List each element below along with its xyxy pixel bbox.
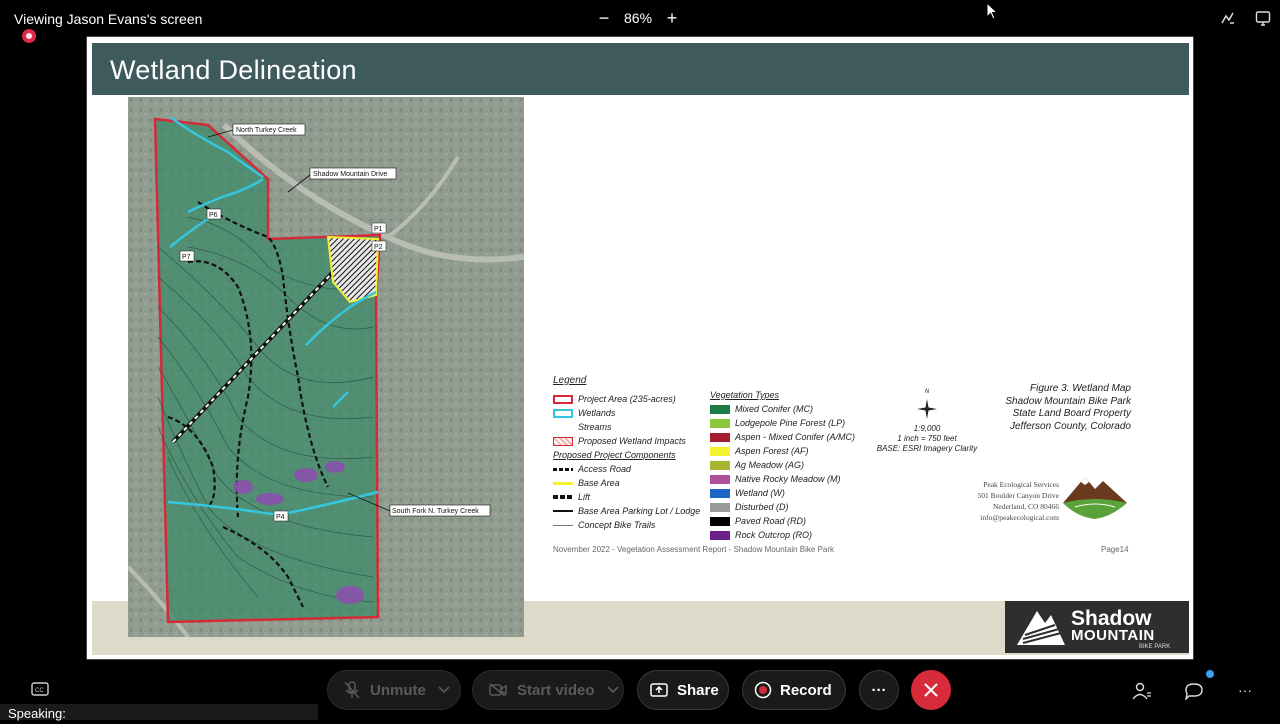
map-label-p6: P6 (209, 212, 218, 219)
record-icon (754, 681, 772, 699)
legend-item: Base Area Parking Lot / Lodge (553, 504, 700, 518)
shadow-mountain-logo: Shadow MOUNTAIN BIKE PARK (1005, 601, 1189, 653)
logo-line-bikepark: BIKE PARK (1139, 644, 1171, 650)
scale-inch: 1 inch = 750 feet (897, 434, 957, 443)
legend-item: Access Road (553, 462, 700, 476)
camera-off-icon (489, 683, 507, 697)
legend-veg-item: Aspen Forest (AF) (710, 444, 855, 458)
map-label-p7: P7 (182, 254, 191, 261)
footer-page-number: Page14 (1101, 545, 1129, 554)
logo-line-mountain: MOUNTAIN (1071, 627, 1155, 644)
legend-vegetation-column: Vegetation Types Mixed Conifer (MC) Lodg… (710, 388, 855, 542)
meeting-top-bar: Viewing Jason Evans's screen − 86% + (0, 0, 1280, 43)
legend-components-title: Proposed Project Components (553, 450, 676, 460)
map-label-p2: P2 (374, 244, 383, 251)
share-label: Share (677, 681, 719, 699)
legend-veg-item: Wetland (W) (710, 486, 855, 500)
captions-icon[interactable]: CC (31, 682, 49, 696)
peak-ecological-logo-icon (1063, 477, 1127, 519)
zoom-level: 86% (624, 10, 653, 26)
legend-veg-item: Disturbed (D) (710, 500, 855, 514)
mountain-logo-icon (1017, 611, 1065, 645)
svg-text:CC: CC (35, 688, 44, 694)
start-video-label: Start video (517, 681, 595, 699)
leave-meeting-button[interactable] (911, 670, 951, 710)
chat-icon[interactable] (1184, 682, 1204, 700)
slide-title-bar: Wetland Delineation (92, 43, 1189, 95)
map-label-north-turkey-creek: North Turkey Creek (236, 127, 297, 134)
record-label: Record (780, 681, 832, 699)
wetland-map: North Turkey Creek Shadow Mountain Drive… (126, 97, 525, 639)
more-options-icon[interactable]: ··· (1238, 682, 1252, 698)
speaking-indicator: Speaking: (0, 704, 318, 721)
map-graphic: North Turkey Creek Shadow Mountain Drive… (126, 97, 525, 639)
annotate-icon[interactable] (1220, 10, 1236, 26)
chevron-down-icon[interactable] (606, 686, 619, 694)
north-arrow-icon (917, 399, 937, 419)
legend-left-column: Project Area (235-acres) Wetlands Stream… (553, 392, 700, 532)
legend-item: Proposed Wetland Impacts (553, 434, 700, 448)
legend-item: Project Area (235-acres) (553, 392, 700, 406)
peak-ecological-address: Peak Ecological Services 501 Boulder Can… (943, 479, 1059, 523)
legend-item: Streams (578, 422, 612, 432)
map-legend: Legend Project Area (235-acres) Wetlands… (553, 375, 855, 540)
address-line: info@peakecological.com (980, 513, 1059, 522)
slide-title: Wetland Delineation (110, 55, 357, 85)
legend-item: Base Area (553, 476, 700, 490)
legend-item: Concept Bike Trails (553, 518, 700, 532)
zoom-out-button[interactable]: − (596, 9, 612, 27)
map-label-p4: P4 (276, 514, 285, 521)
chat-notification-dot (1206, 670, 1214, 678)
share-icon (650, 683, 668, 697)
scale-base: BASE: ESRI Imagery Clarity (876, 444, 978, 453)
legend-veg-item: Mixed Conifer (MC) (710, 402, 855, 416)
unmute-button[interactable]: Unmute (327, 670, 461, 710)
figure-caption: Figure 3. Wetland Map Shadow Mountain Bi… (967, 383, 1131, 433)
microphone-muted-icon (344, 681, 360, 699)
start-video-button[interactable]: Start video (472, 670, 624, 710)
zoom-in-button[interactable]: + (664, 9, 680, 27)
legend-item: Lift (553, 490, 700, 504)
figure-line: Shadow Mountain Bike Park (1005, 395, 1131, 407)
address-line: 501 Boulder Canyon Drive (977, 491, 1059, 500)
map-label-shadow-mountain-drive: Shadow Mountain Drive (313, 171, 387, 178)
address-line: Peak Ecological Services (983, 480, 1059, 489)
record-button[interactable]: Record (742, 670, 846, 710)
shared-slide: Wetland Delineation North Turkey Creek S… (86, 36, 1194, 660)
map-label-south-fork: South Fork N. Turkey Creek (392, 508, 479, 515)
legend-veg-item: Aspen - Mixed Conifer (A/MC) (710, 430, 855, 444)
footer-report-text: November 2022 - Vegetation Assessment Re… (553, 545, 835, 554)
legend-veg-title: Vegetation Types (710, 390, 780, 400)
recording-indicator-icon (22, 29, 36, 43)
more-options-button[interactable]: ··· (859, 670, 899, 710)
address-line: Nederland, CO 80466 (992, 502, 1059, 511)
legend-veg-item: Rock Outcrop (RO) (710, 528, 855, 542)
share-button[interactable]: Share (637, 670, 729, 710)
viewing-label: Viewing Jason Evans's screen (14, 11, 203, 27)
close-icon (924, 683, 938, 697)
zoom-controls: − 86% + (596, 9, 680, 27)
legend-veg-item: Ag Meadow (AG) (710, 458, 855, 472)
figure-line: State Land Board Property (1012, 408, 1131, 419)
more-options-icon: ··· (871, 681, 887, 699)
legend-item: Wetlands (553, 406, 700, 420)
map-label-p1: P1 (374, 226, 383, 233)
legend-veg-item: Native Rocky Meadow (M) (710, 472, 855, 486)
legend-veg-item: Paved Road (RD) (710, 514, 855, 528)
legend-veg-item: Lodgepole Pine Forest (LP) (710, 416, 855, 430)
remote-control-icon[interactable] (1255, 10, 1271, 26)
chevron-down-icon[interactable] (438, 686, 450, 694)
mouse-cursor-icon (986, 2, 999, 20)
legend-title: Legend (553, 375, 587, 386)
participants-icon[interactable] (1132, 682, 1152, 700)
unmute-label: Unmute (370, 681, 426, 699)
figure-line: Jefferson County, Colorado (1010, 420, 1131, 432)
figure-line: Figure 3. Wetland Map (1030, 383, 1131, 394)
